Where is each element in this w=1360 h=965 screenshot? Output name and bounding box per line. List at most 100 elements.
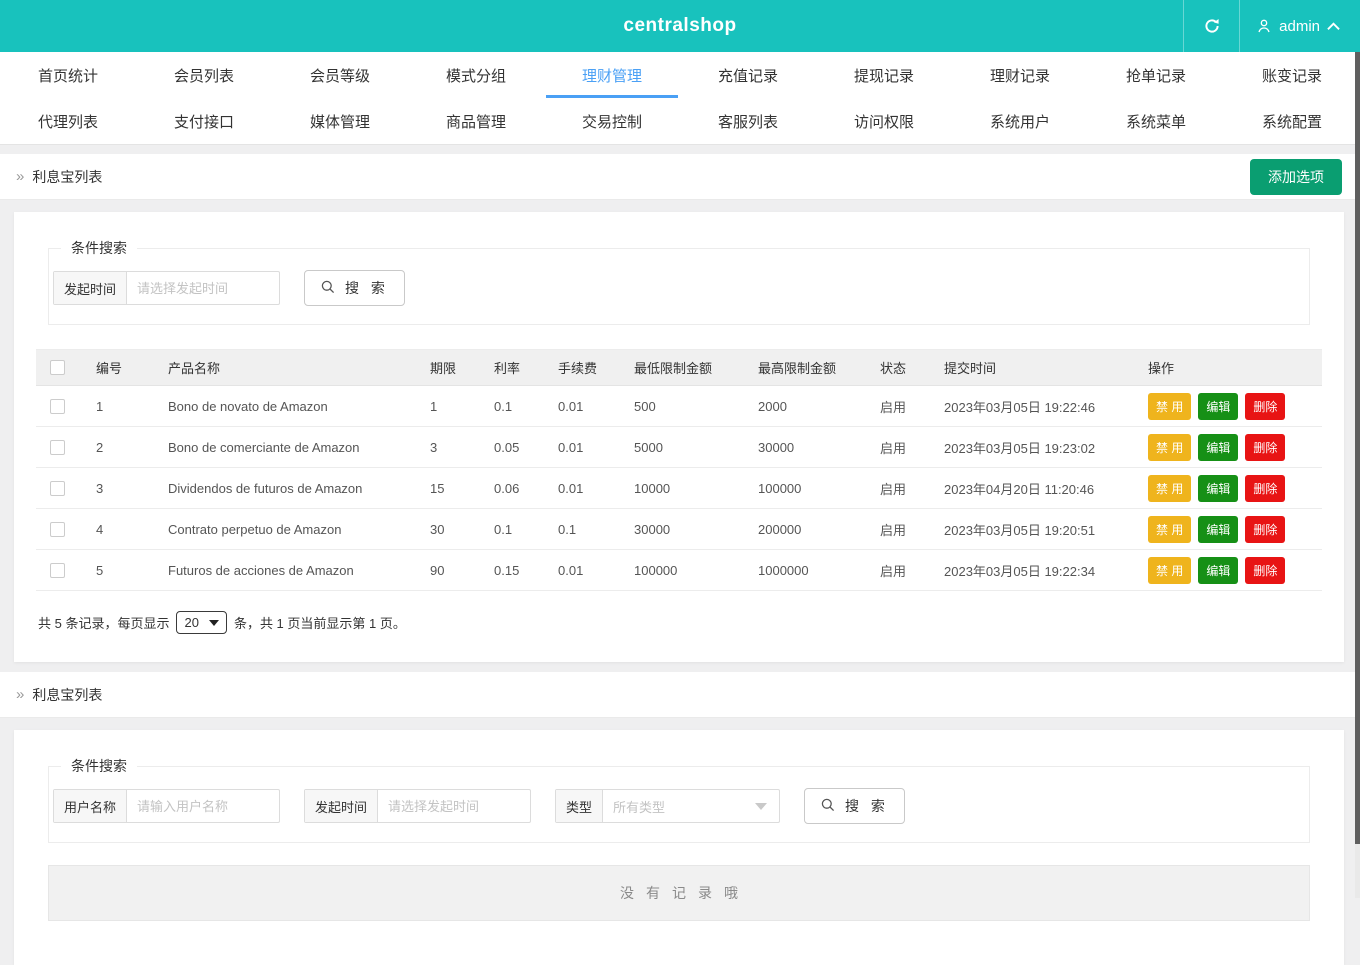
page-size-select[interactable]: 20	[176, 611, 226, 634]
pagination-suffix: 条，共 1 页当前显示第 1 页。	[234, 613, 406, 632]
status-text: 启用	[872, 386, 936, 427]
delete-button[interactable]: 删除	[1245, 475, 1285, 502]
refresh-button[interactable]	[1183, 0, 1239, 52]
disable-button[interactable]: 禁 用	[1148, 393, 1191, 420]
edit-button[interactable]: 编辑	[1198, 393, 1238, 420]
row-actions: 禁 用编辑删除	[1140, 386, 1322, 427]
submit-time: 2023年03月05日 19:22:34	[936, 550, 1140, 591]
breadcrumb-icon: »	[16, 168, 24, 185]
search-button[interactable]: 搜 索	[304, 270, 405, 306]
nav-item-r2-3[interactable]: 商品管理	[408, 98, 544, 144]
nav-item-r2-7[interactable]: 系统用户	[952, 98, 1088, 144]
nav-row-2: 代理列表支付接口媒体管理商品管理交易控制客服列表访问权限系统用户系统菜单系统配置	[0, 98, 1360, 144]
row-checkbox[interactable]	[50, 440, 65, 455]
nav-item-r2-0[interactable]: 代理列表	[0, 98, 136, 144]
nav-item-r2-5[interactable]: 客服列表	[680, 98, 816, 144]
scrollbar-track[interactable]	[1355, 52, 1360, 898]
scrollbar-thumb[interactable]	[1355, 52, 1360, 844]
delete-button[interactable]: 删除	[1245, 516, 1285, 543]
fee: 0.01	[550, 468, 626, 509]
submit-time: 2023年04月20日 11:20:46	[936, 468, 1140, 509]
start-time-input-2[interactable]	[378, 790, 530, 822]
breadcrumb-icon: »	[16, 686, 24, 703]
row-actions: 禁 用编辑删除	[1140, 550, 1322, 591]
col-header-min: 最低限制金额	[626, 350, 750, 386]
fee: 0.01	[550, 550, 626, 591]
table-row: 2Bono de comerciante de Amazon30.050.015…	[36, 427, 1322, 468]
username-field-group: 用户名称	[53, 789, 280, 823]
nav-item-r2-8[interactable]: 系统菜单	[1088, 98, 1224, 144]
disable-button[interactable]: 禁 用	[1148, 516, 1191, 543]
disable-button[interactable]: 禁 用	[1148, 475, 1191, 502]
col-header-status: 状态	[872, 350, 936, 386]
dropdown-caret-icon	[755, 790, 779, 822]
fee: 0.01	[550, 427, 626, 468]
admin-menu[interactable]: admin	[1239, 0, 1360, 52]
nav-item-r1-8[interactable]: 抢单记录	[1088, 52, 1224, 98]
main-nav: 首页统计会员列表会员等级模式分组理财管理充值记录提现记录理财记录抢单记录账变记录…	[0, 52, 1360, 145]
product-name: Bono de novato de Amazon	[160, 386, 422, 427]
nav-item-r2-9[interactable]: 系统配置	[1224, 98, 1360, 144]
disable-button[interactable]: 禁 用	[1148, 557, 1191, 584]
nav-item-r1-6[interactable]: 提现记录	[816, 52, 952, 98]
nav-item-r2-4[interactable]: 交易控制	[544, 98, 680, 144]
fee: 0.1	[550, 509, 626, 550]
nav-item-r1-5[interactable]: 充值记录	[680, 52, 816, 98]
page-title-2: 利息宝列表	[32, 685, 102, 705]
delete-button[interactable]: 删除	[1245, 434, 1285, 461]
max-amount: 2000	[750, 386, 872, 427]
row-checkbox[interactable]	[50, 481, 65, 496]
edit-button[interactable]: 编辑	[1198, 516, 1238, 543]
row-id: 3	[88, 468, 160, 509]
nav-item-r1-0[interactable]: 首页统计	[0, 52, 136, 98]
row-checkbox[interactable]	[50, 522, 65, 537]
rate: 0.05	[486, 427, 550, 468]
type-select-group[interactable]: 类型 所有类型	[555, 789, 780, 823]
add-option-button[interactable]: 添加选项	[1250, 159, 1342, 195]
table-row: 5Futuros de acciones de Amazon900.150.01…	[36, 550, 1322, 591]
edit-button[interactable]: 编辑	[1198, 475, 1238, 502]
min-amount: 5000	[626, 427, 750, 468]
nav-item-r2-6[interactable]: 访问权限	[816, 98, 952, 144]
refresh-icon	[1203, 17, 1221, 35]
search-legend: 条件搜索	[61, 238, 137, 258]
row-checkbox[interactable]	[50, 399, 65, 414]
table-row: 1Bono de novato de Amazon10.10.015002000…	[36, 386, 1322, 427]
col-header-max: 最高限制金额	[750, 350, 872, 386]
edit-button[interactable]: 编辑	[1198, 557, 1238, 584]
col-header-actions: 操作	[1140, 350, 1322, 386]
min-amount: 30000	[626, 509, 750, 550]
search-button-2[interactable]: 搜 索	[804, 788, 905, 824]
nav-item-r1-3[interactable]: 模式分组	[408, 52, 544, 98]
nav-item-r1-4[interactable]: 理财管理	[544, 52, 680, 98]
max-amount: 100000	[750, 468, 872, 509]
nav-item-r1-1[interactable]: 会员列表	[136, 52, 272, 98]
product-name: Futuros de acciones de Amazon	[160, 550, 422, 591]
max-amount: 200000	[750, 509, 872, 550]
nav-row-1: 首页统计会员列表会员等级模式分组理财管理充值记录提现记录理财记录抢单记录账变记录	[0, 52, 1360, 98]
select-all-checkbox[interactable]	[50, 360, 65, 375]
disable-button[interactable]: 禁 用	[1148, 434, 1191, 461]
col-header-id: 编号	[88, 350, 160, 386]
nav-item-r2-1[interactable]: 支付接口	[136, 98, 272, 144]
delete-button[interactable]: 删除	[1245, 557, 1285, 584]
nav-item-r2-2[interactable]: 媒体管理	[272, 98, 408, 144]
top-bar: centralshop admin	[0, 0, 1360, 52]
edit-button[interactable]: 编辑	[1198, 434, 1238, 461]
start-time-input[interactable]	[127, 272, 279, 304]
delete-button[interactable]: 删除	[1245, 393, 1285, 420]
table-header-row: 编号 产品名称 期限 利率 手续费 最低限制金额 最高限制金额 状态 提交时间 …	[36, 350, 1322, 386]
nav-item-r1-9[interactable]: 账变记录	[1224, 52, 1360, 98]
row-id: 5	[88, 550, 160, 591]
row-checkbox[interactable]	[50, 563, 65, 578]
status-text: 启用	[872, 468, 936, 509]
user-icon	[1256, 18, 1272, 34]
search-panel-1: 条件搜索 发起时间 搜 索	[48, 238, 1310, 325]
username-input[interactable]	[127, 790, 279, 822]
nav-item-r1-7[interactable]: 理财记录	[952, 52, 1088, 98]
row-id: 1	[88, 386, 160, 427]
rate: 0.1	[486, 386, 550, 427]
min-amount: 100000	[626, 550, 750, 591]
nav-item-r1-2[interactable]: 会员等级	[272, 52, 408, 98]
row-actions: 禁 用编辑删除	[1140, 509, 1322, 550]
